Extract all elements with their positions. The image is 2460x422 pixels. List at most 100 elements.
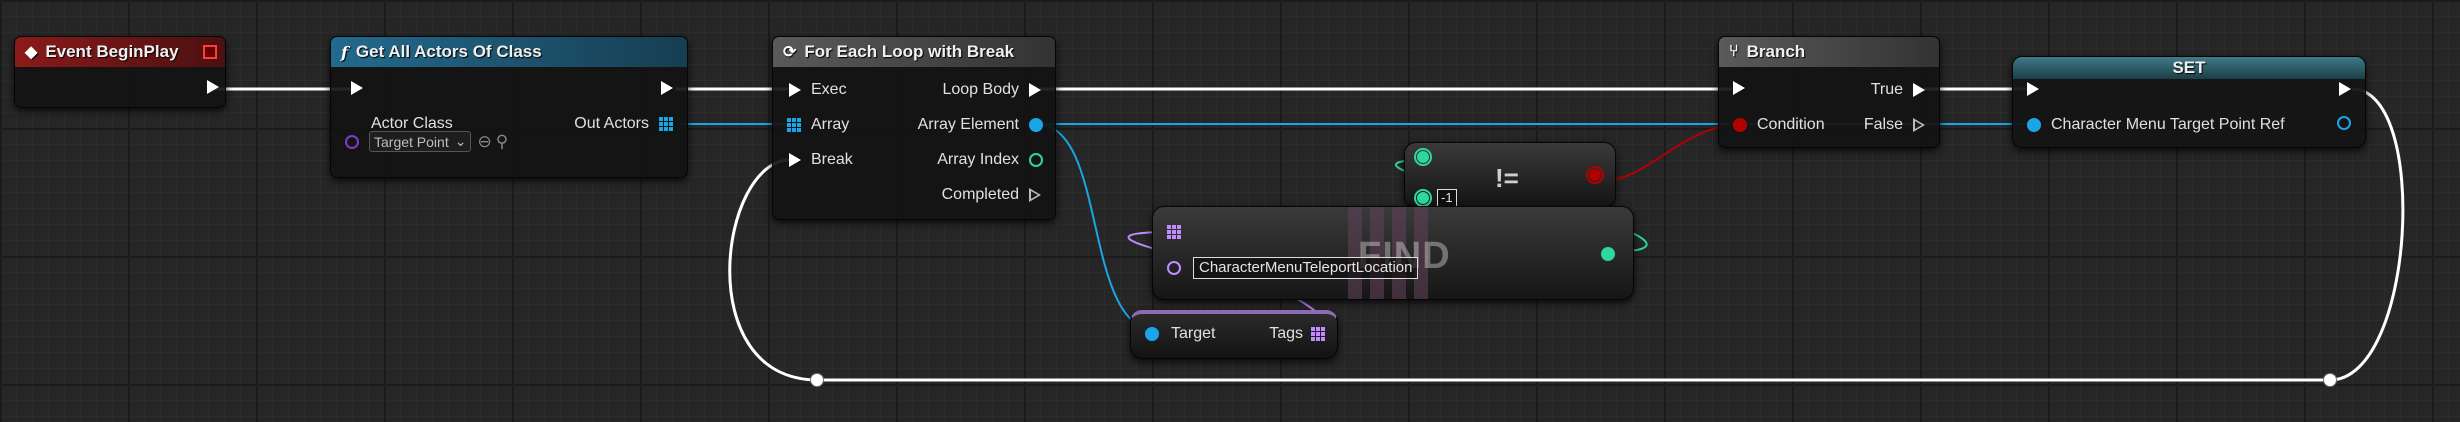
boolean-out-pin[interactable]	[1586, 166, 1604, 184]
exec-output-row	[661, 81, 673, 95]
condition-label: Condition	[1757, 116, 1825, 133]
item-input-row: CharacterMenuTeleportLocation	[1167, 257, 1419, 279]
index-output-row	[1601, 247, 1615, 261]
set-variable-node[interactable]: SET Character Menu Target Point Ref	[2012, 56, 2366, 148]
variable-output-row	[2337, 116, 2351, 130]
array-index-pin[interactable]	[1029, 153, 1043, 167]
actor-class-value: Target Point	[374, 133, 449, 150]
out-actors-label: Out Actors	[574, 115, 649, 132]
integer-value-field[interactable]: -1	[1437, 189, 1457, 207]
loop-body-pin[interactable]	[1029, 83, 1041, 97]
variable-label: Character Menu Target Point Ref	[2051, 116, 2285, 133]
chevron-down-icon: ⌄	[454, 133, 467, 149]
array-input-row	[1167, 225, 1181, 239]
target-pin[interactable]	[1145, 327, 1159, 341]
get-tags-node[interactable]: Target Tags	[1130, 310, 1338, 359]
reroute-knot[interactable]	[2323, 373, 2337, 387]
target-input-row: Target	[1145, 325, 1215, 343]
exec-out-pin[interactable]	[661, 81, 673, 95]
true-label: True	[1870, 81, 1903, 98]
false-row: False	[1864, 116, 1925, 134]
event-diamond-icon: ◆	[25, 44, 38, 61]
node-title: For Each Loop with Break	[804, 42, 1015, 61]
find-node[interactable]: FIND CharacterMenuTeleportLocation	[1152, 206, 1634, 300]
condition-pin[interactable]	[1733, 118, 1747, 132]
array-index-row: Array Index	[937, 151, 1043, 169]
actor-class-input-row: Target Point ⌄ ⊖ ⚲	[345, 131, 508, 152]
delegate-pin-icon[interactable]	[203, 45, 217, 59]
b-input-row: -1	[1414, 189, 1457, 207]
completed-pin[interactable]	[1029, 188, 1041, 202]
exec-input-row	[2027, 82, 2039, 96]
event-beginplay-node[interactable]: ◆ Event BeginPlay	[14, 36, 226, 108]
exec-in-pin[interactable]	[789, 83, 801, 97]
exec-output-row	[207, 80, 219, 94]
integer-out-pin[interactable]	[1601, 247, 1615, 261]
exec-out-pin[interactable]	[207, 80, 219, 94]
reroute-knot[interactable]	[810, 373, 824, 387]
node-header: f Get All Actors Of Class	[331, 37, 687, 67]
node-title: Event BeginPlay	[45, 42, 179, 61]
branch-node[interactable]: ⑂ Branch Condition True False	[1718, 36, 1940, 148]
out-actors-row: Out Actors	[574, 115, 673, 133]
array-label: Array	[811, 116, 850, 133]
tags-label: Tags	[1269, 325, 1303, 342]
variable-input-row: Character Menu Target Point Ref	[2027, 116, 2285, 134]
get-all-actors-node[interactable]: f Get All Actors Of Class Actor Class Ta…	[330, 36, 688, 178]
name-array-pin[interactable]	[1311, 327, 1325, 341]
node-header: SET	[2013, 57, 2365, 79]
array-pin[interactable]	[787, 118, 801, 132]
function-icon: f	[341, 42, 348, 62]
array-element-pin[interactable]	[1029, 118, 1043, 132]
integer-b-pin[interactable]	[1414, 189, 1432, 207]
node-header: ◆ Event BeginPlay	[15, 37, 225, 67]
integer-a-pin[interactable]	[1414, 148, 1432, 166]
browse-arrow-icon[interactable]: ⊖	[477, 132, 491, 152]
completed-row: Completed	[942, 186, 1041, 204]
for-each-loop-node[interactable]: ⟳ For Each Loop with Break Exec Array Br…	[772, 36, 1056, 220]
exec-in-pin[interactable]	[351, 81, 363, 95]
loop-body-label: Loop Body	[942, 81, 1019, 98]
true-exec-pin[interactable]	[1913, 83, 1925, 97]
node-header: ⟳ For Each Loop with Break	[773, 37, 1055, 67]
array-element-row: Array Element	[918, 116, 1043, 134]
loop-icon: ⟳	[783, 44, 797, 61]
exec-output-row	[2339, 82, 2351, 96]
break-label: Break	[811, 151, 853, 168]
array-element-label: Array Element	[917, 116, 1019, 133]
true-row: True	[1871, 81, 1925, 99]
exec-in-pin[interactable]	[1733, 81, 1745, 95]
node-title: SET	[2172, 58, 2206, 77]
break-exec-pin[interactable]	[789, 153, 801, 167]
node-title: Branch	[1746, 42, 1806, 61]
a-input-row	[1414, 148, 1432, 166]
operator-row: !=	[1495, 163, 1519, 194]
array-index-label: Array Index	[937, 151, 1019, 168]
exec-out-pin[interactable]	[2339, 82, 2351, 96]
object-out-pin[interactable]	[2337, 116, 2351, 130]
search-icon[interactable]: ⚲	[496, 132, 508, 152]
not-equal-operator: !=	[1495, 163, 1519, 193]
tags-output-row: Tags	[1269, 325, 1325, 343]
not-equal-node[interactable]: -1 !=	[1404, 142, 1616, 208]
result-output-row	[1586, 166, 1604, 184]
array-input-row: Array	[787, 116, 849, 134]
exec-label: Exec	[811, 81, 847, 98]
name-value-field[interactable]: CharacterMenuTeleportLocation	[1193, 257, 1419, 279]
name-array-pin[interactable]	[1167, 225, 1181, 239]
array-pin[interactable]	[659, 117, 673, 131]
condition-row: Condition	[1733, 116, 1825, 134]
branch-icon: ⑂	[1729, 43, 1739, 60]
node-header: ⑂ Branch	[1719, 37, 1939, 67]
exec-input-row	[351, 81, 363, 95]
object-in-pin[interactable]	[2027, 118, 2041, 132]
node-title: Get All Actors Of Class	[355, 42, 542, 61]
name-pin[interactable]	[1167, 261, 1181, 275]
actor-class-dropdown[interactable]: Target Point ⌄	[369, 131, 472, 152]
class-pin[interactable]	[345, 134, 359, 149]
break-input-row: Break	[789, 151, 853, 169]
target-label: Target	[1171, 325, 1216, 342]
false-label: False	[1863, 116, 1903, 133]
false-exec-pin[interactable]	[1913, 118, 1925, 132]
exec-in-pin[interactable]	[2027, 82, 2039, 96]
